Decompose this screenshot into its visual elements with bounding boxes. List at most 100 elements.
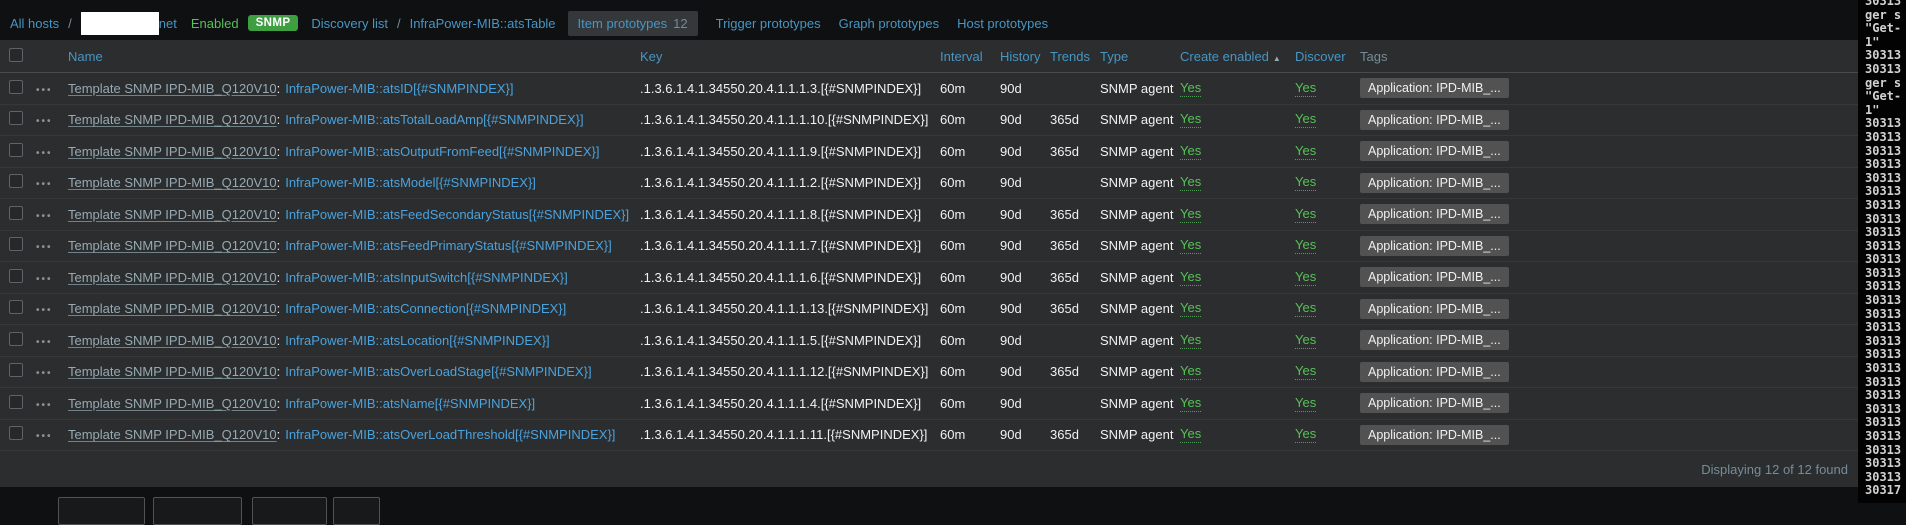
row-context-menu-button[interactable]: •••	[36, 337, 53, 348]
template-link[interactable]: Template SNMP IPD-MIB_Q120V10	[68, 427, 277, 442]
create-enabled-toggle[interactable]: Yes	[1180, 238, 1201, 254]
discover-toggle[interactable]: Yes	[1295, 364, 1316, 380]
template-link[interactable]: Template SNMP IPD-MIB_Q120V10	[68, 238, 277, 253]
column-header-type[interactable]: Type	[1100, 49, 1128, 64]
create-enabled-toggle[interactable]: Yes	[1180, 112, 1201, 128]
template-link[interactable]: Template SNMP IPD-MIB_Q120V10	[68, 112, 277, 127]
key-cell: .1.3.6.1.4.1.34550.20.4.1.1.1.7.[{#SNMPI…	[640, 238, 940, 253]
row-checkbox[interactable]	[9, 269, 23, 283]
breadcrumb-all-hosts[interactable]: All hosts	[10, 16, 59, 31]
discover-toggle[interactable]: Yes	[1295, 333, 1316, 349]
template-link[interactable]: Template SNMP IPD-MIB_Q120V10	[68, 175, 277, 190]
discover-toggle[interactable]: Yes	[1295, 112, 1316, 128]
row-checkbox[interactable]	[9, 143, 23, 157]
template-link[interactable]: Template SNMP IPD-MIB_Q120V10	[68, 301, 277, 316]
template-link[interactable]: Template SNMP IPD-MIB_Q120V10	[68, 333, 277, 348]
discover-toggle[interactable]: Yes	[1295, 301, 1316, 317]
column-header-create-enabled[interactable]: Create enabled	[1180, 49, 1269, 64]
column-header-history[interactable]: History	[1000, 49, 1040, 64]
discover-toggle[interactable]: Yes	[1295, 175, 1316, 191]
type-cell: SNMP agent	[1100, 238, 1180, 253]
breadcrumb-discovery-list[interactable]: Discovery list	[311, 16, 388, 31]
tab-trigger-prototypes[interactable]: Trigger prototypes	[716, 16, 821, 31]
row-checkbox[interactable]	[9, 206, 23, 220]
column-header-discover[interactable]: Discover	[1295, 49, 1346, 64]
template-link[interactable]: Template SNMP IPD-MIB_Q120V10	[68, 207, 277, 222]
item-prototype-link[interactable]: InfraPower-MIB::atsName[{#SNMPINDEX}]	[285, 396, 535, 411]
item-prototype-link[interactable]: InfraPower-MIB::atsOverLoadThreshold[{#S…	[285, 427, 615, 442]
item-prototype-link[interactable]: InfraPower-MIB::atsOutputFromFeed[{#SNMP…	[285, 144, 599, 159]
template-link[interactable]: Template SNMP IPD-MIB_Q120V10	[68, 396, 277, 411]
row-checkbox[interactable]	[9, 174, 23, 188]
terminal-line: 30313	[1865, 376, 1906, 390]
tab-host-prototypes[interactable]: Host prototypes	[957, 16, 1048, 31]
template-link[interactable]: Template SNMP IPD-MIB_Q120V10	[68, 81, 277, 96]
row-context-menu-button[interactable]: •••	[36, 148, 53, 159]
row-checkbox[interactable]	[9, 426, 23, 440]
discover-toggle[interactable]: Yes	[1295, 81, 1316, 97]
discover-toggle[interactable]: Yes	[1295, 207, 1316, 223]
row-checkbox[interactable]	[9, 237, 23, 251]
tab-graph-prototypes[interactable]: Graph prototypes	[839, 16, 939, 31]
discover-toggle[interactable]: Yes	[1295, 270, 1316, 286]
column-header-name[interactable]: Name	[68, 49, 103, 64]
name-separator: :	[277, 81, 281, 96]
host-status-enabled[interactable]: Enabled	[191, 16, 239, 31]
create-enabled-toggle[interactable]: Yes	[1180, 81, 1201, 97]
row-checkbox[interactable]	[9, 395, 23, 409]
item-prototype-link[interactable]: InfraPower-MIB::atsModel[{#SNMPINDEX}]	[285, 175, 536, 190]
row-checkbox[interactable]	[9, 111, 23, 125]
row-context-menu-button[interactable]: •••	[36, 116, 53, 127]
discover-toggle[interactable]: Yes	[1295, 144, 1316, 160]
create-enabled-toggle[interactable]: Yes	[1180, 144, 1201, 160]
create-enabled-toggle[interactable]: Yes	[1180, 270, 1201, 286]
key-cell: .1.3.6.1.4.1.34550.20.4.1.1.1.5.[{#SNMPI…	[640, 333, 940, 348]
item-prototype-link[interactable]: InfraPower-MIB::atsInputSwitch[{#SNMPIND…	[285, 270, 568, 285]
column-header-key[interactable]: Key	[640, 49, 662, 64]
row-checkbox[interactable]	[9, 300, 23, 314]
row-context-menu-button[interactable]: •••	[36, 211, 53, 222]
row-context-menu-button[interactable]: •••	[36, 85, 53, 96]
create-enabled-toggle[interactable]: Yes	[1180, 396, 1201, 412]
discover-toggle[interactable]: Yes	[1295, 396, 1316, 412]
row-context-menu-button[interactable]: •••	[36, 400, 53, 411]
item-prototype-link[interactable]: InfraPower-MIB::atsID[{#SNMPINDEX}]	[285, 81, 513, 96]
row-context-menu-button[interactable]: •••	[36, 431, 53, 442]
template-link[interactable]: Template SNMP IPD-MIB_Q120V10	[68, 270, 277, 285]
select-all-checkbox[interactable]	[9, 48, 23, 62]
item-prototype-link[interactable]: InfraPower-MIB::atsOverLoadStage[{#SNMPI…	[285, 364, 591, 379]
create-enabled-toggle[interactable]: Yes	[1180, 427, 1201, 443]
create-enabled-toggle[interactable]: Yes	[1180, 301, 1201, 317]
bulk-action-button[interactable]	[333, 497, 380, 525]
template-link[interactable]: Template SNMP IPD-MIB_Q120V10	[68, 364, 277, 379]
create-enabled-toggle[interactable]: Yes	[1180, 364, 1201, 380]
column-header-trends[interactable]: Trends	[1050, 49, 1090, 64]
item-prototype-link[interactable]: InfraPower-MIB::atsConnection[{#SNMPINDE…	[285, 301, 566, 316]
item-prototype-link[interactable]: InfraPower-MIB::atsFeedSecondaryStatus[{…	[285, 207, 629, 222]
item-prototype-link[interactable]: InfraPower-MIB::atsTotalLoadAmp[{#SNMPIN…	[285, 112, 583, 127]
bulk-action-button[interactable]	[58, 497, 145, 525]
discover-toggle[interactable]: Yes	[1295, 427, 1316, 443]
item-prototype-link[interactable]: InfraPower-MIB::atsFeedPrimaryStatus[{#S…	[285, 238, 612, 253]
item-prototype-link[interactable]: InfraPower-MIB::atsLocation[{#SNMPINDEX}…	[285, 333, 549, 348]
row-checkbox[interactable]	[9, 80, 23, 94]
breadcrumb-host: net	[81, 12, 177, 35]
row-context-menu-button[interactable]: •••	[36, 179, 53, 190]
create-enabled-toggle[interactable]: Yes	[1180, 207, 1201, 223]
row-context-menu-button[interactable]: •••	[36, 242, 53, 253]
create-enabled-toggle[interactable]: Yes	[1180, 175, 1201, 191]
row-checkbox[interactable]	[9, 363, 23, 377]
host-name-suffix[interactable]: net	[159, 16, 177, 31]
bulk-action-button[interactable]	[252, 497, 327, 525]
row-context-menu-button[interactable]: •••	[36, 305, 53, 316]
column-header-interval[interactable]: Interval	[940, 49, 983, 64]
create-enabled-toggle[interactable]: Yes	[1180, 333, 1201, 349]
tab-item-prototypes[interactable]: Item prototypes 12	[568, 11, 698, 36]
bulk-action-button[interactable]	[153, 497, 242, 525]
breadcrumb-discovery-rule[interactable]: InfraPower-MIB::atsTable	[410, 16, 556, 31]
row-context-menu-button[interactable]: •••	[36, 368, 53, 379]
row-checkbox[interactable]	[9, 332, 23, 346]
template-link[interactable]: Template SNMP IPD-MIB_Q120V10	[68, 144, 277, 159]
discover-toggle[interactable]: Yes	[1295, 238, 1316, 254]
row-context-menu-button[interactable]: •••	[36, 274, 53, 285]
